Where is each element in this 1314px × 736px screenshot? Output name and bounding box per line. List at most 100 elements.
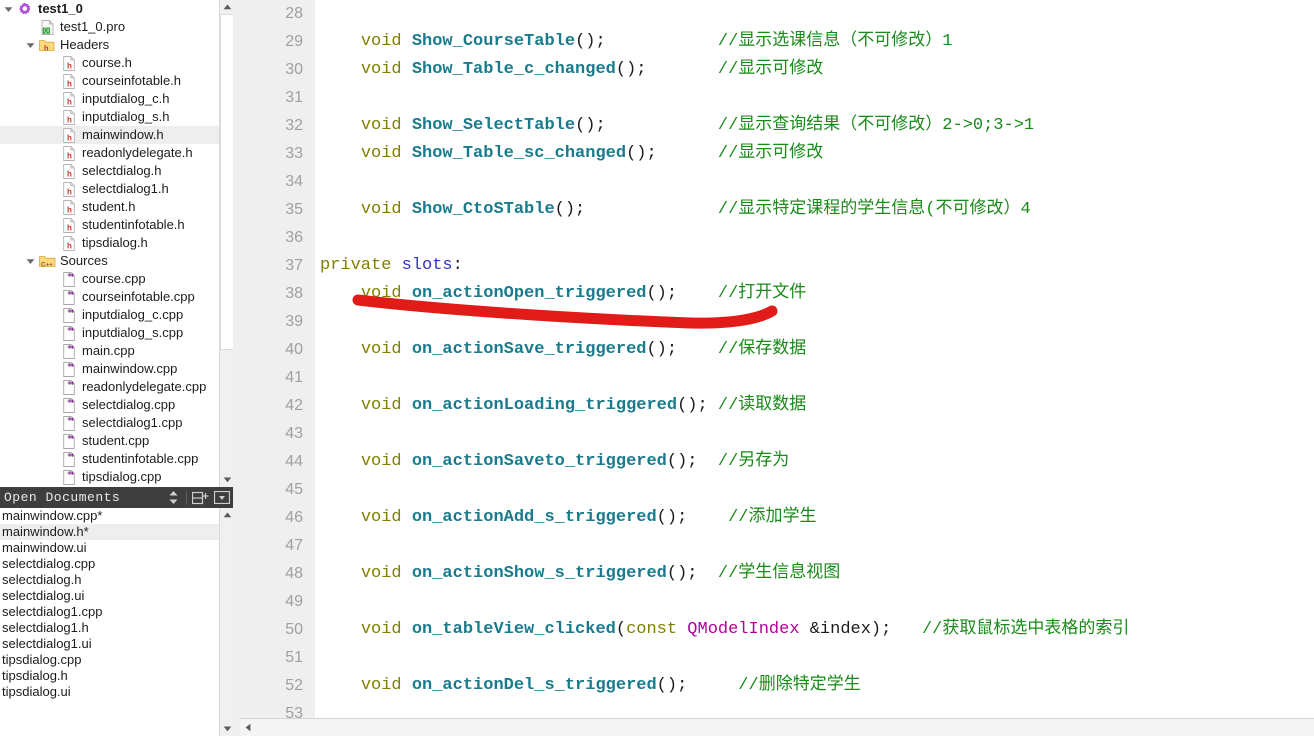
open-document-item[interactable]: tipsdialog.h — [0, 668, 219, 684]
chevron-down-icon[interactable] — [22, 42, 38, 49]
code-line[interactable]: 29 void Show_CourseTable(); //显示选课信息（不可修… — [240, 28, 1314, 56]
tree-item[interactable]: h selectdialog1.h — [0, 180, 219, 198]
code-text[interactable]: void on_actionLoading_triggered(); //读取数… — [315, 392, 806, 420]
code-text[interactable]: void on_actionAdd_s_triggered(); //添加学生 — [315, 504, 817, 532]
code-line[interactable]: 42 void on_actionLoading_triggered(); //… — [240, 392, 1314, 420]
code-text[interactable]: void Show_Table_sc_changed(); //显示可修改 — [315, 140, 824, 168]
code-text[interactable]: void on_actionDel_s_triggered(); //删除特定学… — [315, 672, 861, 700]
chevron-down-icon[interactable] — [0, 6, 16, 13]
tree-item[interactable]: course.cpp — [0, 270, 219, 288]
editor-horizontal-scrollbar[interactable] — [240, 718, 1314, 736]
tree-item[interactable]: h studentinfotable.h — [0, 216, 219, 234]
code-lines[interactable]: 28 29 void Show_CourseTable(); //显示选课信息（不… — [240, 0, 1314, 718]
hscroll-thumb[interactable] — [256, 719, 1314, 736]
docs-scroll-up-button[interactable] — [220, 508, 233, 522]
hscroll-left-button[interactable] — [240, 719, 256, 736]
tree-item[interactable]: h course.h — [0, 54, 219, 72]
tree-item[interactable]: test1_0 — [0, 0, 219, 18]
code-text[interactable] — [315, 224, 320, 252]
scroll-up-button[interactable] — [220, 0, 233, 14]
tree-item[interactable]: tipsdialog.cpp — [0, 468, 219, 486]
code-text[interactable]: void on_actionSaveto_triggered(); //另存为 — [315, 448, 789, 476]
open-documents-list[interactable]: mainwindow.cpp* mainwindow.h* mainwindow.u… — [0, 508, 219, 700]
code-line[interactable]: 36 — [240, 224, 1314, 252]
code-text[interactable] — [315, 0, 320, 28]
code-line[interactable]: 41 — [240, 364, 1314, 392]
code-text[interactable] — [315, 420, 320, 448]
chevron-down-icon[interactable] — [22, 258, 38, 265]
code-text[interactable] — [315, 364, 320, 392]
tree-item[interactable]: h mainwindow.h — [0, 126, 219, 144]
code-line[interactable]: 32 void Show_SelectTable(); //显示查询结果（不可修… — [240, 112, 1314, 140]
tree-item[interactable]: selectdialog1.cpp — [0, 414, 219, 432]
code-text[interactable]: void Show_Table_c_changed(); //显示可修改 — [315, 56, 824, 84]
code-text[interactable]: void Show_CtoSTable(); //显示特定课程的学生信息(不可修… — [315, 196, 1031, 224]
project-tree-scrollbar[interactable] — [219, 0, 233, 487]
code-text[interactable]: void on_actionShow_s_triggered(); //学生信息… — [315, 560, 840, 588]
code-line[interactable]: 51 — [240, 644, 1314, 672]
open-document-item[interactable]: mainwindow.h* — [0, 524, 219, 540]
code-line[interactable]: 34 — [240, 168, 1314, 196]
project-tree[interactable]: test1_0 Qt test1_0.pro h Headers h course.h h co… — [0, 0, 219, 486]
tree-item[interactable]: mainwindow.cpp — [0, 360, 219, 378]
panel-splitter[interactable] — [233, 0, 240, 736]
code-text[interactable] — [315, 644, 320, 672]
open-document-item[interactable]: selectdialog1.h — [0, 620, 219, 636]
tree-item[interactable]: readonlydelegate.cpp — [0, 378, 219, 396]
tree-item[interactable]: h Headers — [0, 36, 219, 54]
code-line[interactable]: 53 — [240, 700, 1314, 718]
code-scroll-area[interactable]: 28 29 void Show_CourseTable(); //显示选课信息（不… — [240, 0, 1314, 718]
tree-item[interactable]: h student.h — [0, 198, 219, 216]
tree-item[interactable]: h selectdialog.h — [0, 162, 219, 180]
code-line[interactable]: 31 — [240, 84, 1314, 112]
code-line[interactable]: 48 void on_actionShow_s_triggered(); //学… — [240, 560, 1314, 588]
tree-item[interactable]: Qt test1_0.pro — [0, 18, 219, 36]
open-document-item[interactable]: selectdialog.ui — [0, 588, 219, 604]
code-text[interactable] — [315, 168, 320, 196]
scroll-down-button[interactable] — [220, 473, 233, 487]
tree-item[interactable]: selectdialog.cpp — [0, 396, 219, 414]
tree-item[interactable]: student.cpp — [0, 432, 219, 450]
code-text[interactable] — [315, 588, 320, 616]
tree-item[interactable]: h inputdialog_c.h — [0, 90, 219, 108]
open-documents-scrollbar[interactable] — [219, 508, 233, 736]
code-line[interactable]: 38 void on_actionOpen_triggered(); //打开文… — [240, 280, 1314, 308]
open-document-item[interactable]: tipsdialog.cpp — [0, 652, 219, 668]
tree-item[interactable]: h courseinfotable.h — [0, 72, 219, 90]
code-text[interactable] — [315, 84, 320, 112]
code-text[interactable] — [315, 700, 320, 718]
tree-item[interactable]: courseinfotable.cpp — [0, 288, 219, 306]
code-line[interactable]: 43 — [240, 420, 1314, 448]
code-line[interactable]: 44 void on_actionSaveto_triggered(); //另… — [240, 448, 1314, 476]
code-text[interactable] — [315, 308, 320, 336]
open-document-item[interactable]: selectdialog.h — [0, 572, 219, 588]
open-document-item[interactable]: selectdialog1.cpp — [0, 604, 219, 620]
code-line[interactable]: 46 void on_actionAdd_s_triggered(); //添加… — [240, 504, 1314, 532]
code-line[interactable]: 28 — [240, 0, 1314, 28]
code-text[interactable]: void on_tableView_clicked(const QModelIn… — [315, 616, 1130, 644]
dropdown-box-icon[interactable] — [211, 488, 233, 507]
tree-item[interactable]: h tipsdialog.h — [0, 234, 219, 252]
open-document-item[interactable]: tipsdialog.ui — [0, 684, 219, 700]
docs-scroll-down-button[interactable] — [220, 722, 233, 736]
code-text[interactable]: void Show_CourseTable(); //显示选课信息（不可修改）1 — [315, 28, 953, 56]
open-document-item[interactable]: selectdialog1.ui — [0, 636, 219, 652]
tree-item[interactable]: main.cpp — [0, 342, 219, 360]
tree-item[interactable]: studentinfotable.cpp — [0, 450, 219, 468]
code-text[interactable]: void on_actionOpen_triggered(); //打开文件 — [315, 280, 806, 308]
tree-item[interactable]: h inputdialog_s.h — [0, 108, 219, 126]
code-line[interactable]: 39 — [240, 308, 1314, 336]
tree-item[interactable]: inputdialog_c.cpp — [0, 306, 219, 324]
code-text[interactable] — [315, 532, 320, 560]
sort-updown-icon[interactable] — [162, 488, 184, 507]
code-line[interactable]: 47 — [240, 532, 1314, 560]
code-line[interactable]: 40 void on_actionSave_triggered(); //保存数… — [240, 336, 1314, 364]
code-line[interactable]: 35 void Show_CtoSTable(); //显示特定课程的学生信息(… — [240, 196, 1314, 224]
code-text[interactable]: void on_actionSave_triggered(); //保存数据 — [315, 336, 806, 364]
open-document-item[interactable]: mainwindow.ui — [0, 540, 219, 556]
code-line[interactable]: 45 — [240, 476, 1314, 504]
code-line[interactable]: 52 void on_actionDel_s_triggered(); //删除… — [240, 672, 1314, 700]
tree-item[interactable]: h readonlydelegate.h — [0, 144, 219, 162]
split-add-icon[interactable] — [189, 488, 211, 507]
open-document-item[interactable]: mainwindow.cpp* — [0, 508, 219, 524]
